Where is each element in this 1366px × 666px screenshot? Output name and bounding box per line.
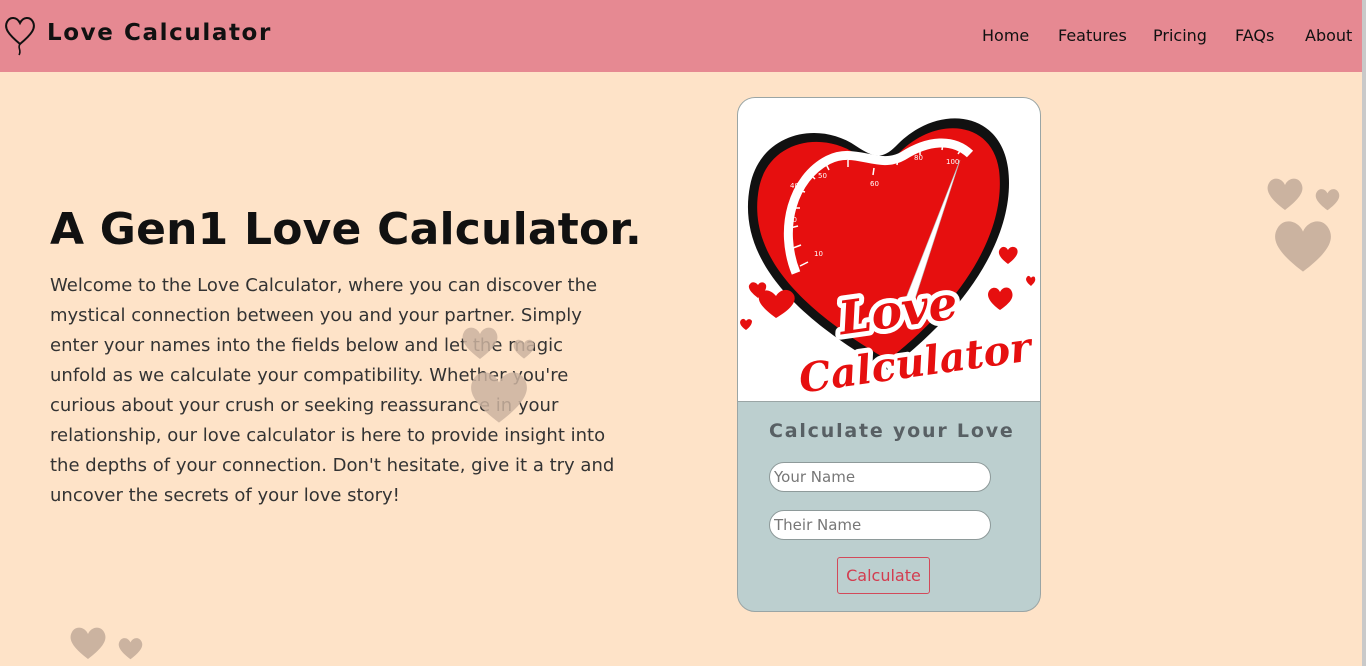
love-meter-image: 10 30 40 50 60 80 100 Love Love Calculat… [738, 98, 1040, 408]
calculator-card: 10 30 40 50 60 80 100 Love Love Calculat… [737, 97, 1041, 612]
their-name-input[interactable] [769, 510, 991, 540]
page-scrollbar[interactable] [1362, 0, 1366, 666]
brand-name[interactable]: Love Calculator [47, 20, 272, 46]
calculate-button[interactable]: Calculate [837, 557, 930, 594]
decorative-heart-icon [1275, 221, 1331, 272]
gauge-tick-label: 60 [870, 180, 879, 188]
decorative-heart-icon [513, 339, 535, 359]
nav-pricing[interactable]: Pricing [1153, 26, 1207, 45]
gauge-tick-label: 100 [946, 158, 959, 166]
decorative-heart-icon [118, 638, 143, 660]
heart-balloon-icon[interactable] [4, 14, 36, 56]
nav-features[interactable]: Features [1058, 26, 1127, 45]
gauge-tick-label: 50 [818, 172, 827, 180]
gauge-tick-label: 30 [788, 216, 797, 224]
hero-title: A Gen1 Love Calculator. [50, 204, 642, 255]
decorative-heart-icon [462, 327, 498, 359]
navbar: Love Calculator Home Features Pricing FA… [0, 0, 1362, 72]
hero-description: Welcome to the Love Calculator, where yo… [50, 275, 615, 506]
nav-about[interactable]: About [1305, 26, 1352, 45]
decorative-heart-icon [1267, 178, 1303, 210]
decorative-heart-icon [70, 627, 106, 659]
gauge-tick-label: 40 [790, 182, 799, 190]
love-meter-heart-image: 10 30 40 50 60 80 100 Love Love Calculat… [740, 118, 1040, 408]
decorative-heart-icon [1315, 189, 1340, 211]
your-name-input[interactable] [769, 462, 991, 492]
gauge-tick-label: 10 [814, 250, 823, 258]
nav-home[interactable]: Home [982, 26, 1029, 45]
gauge-tick-label: 80 [914, 154, 923, 162]
card-title: Calculate your Love [769, 420, 1015, 442]
decorative-heart-icon [471, 372, 527, 423]
nav-faqs[interactable]: FAQs [1235, 26, 1274, 45]
